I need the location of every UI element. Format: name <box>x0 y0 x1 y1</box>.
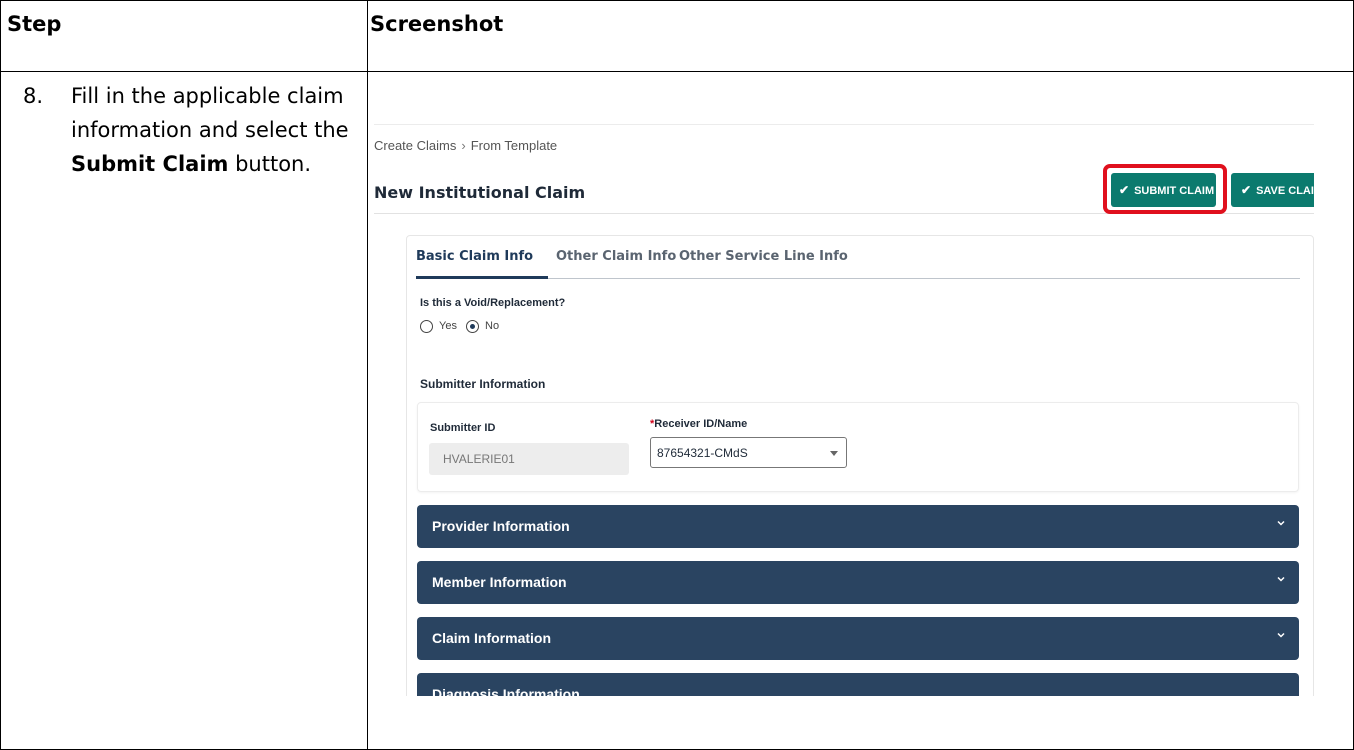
save-claim-label: SAVE CLAIM <box>1256 185 1314 197</box>
accordion-member-information[interactable]: Member Information <box>417 561 1299 604</box>
accordion-label: Member Information <box>432 574 567 590</box>
tab-bar-divider <box>416 278 1300 279</box>
screenshot-column-header: Screenshot <box>370 12 504 36</box>
tab-basic-claim-info[interactable]: Basic Claim Info <box>416 249 533 264</box>
receiver-id-label: *Receiver ID/Name <box>650 418 747 430</box>
radio-no-label: No <box>485 320 500 332</box>
breadcrumb-from-template: From Template <box>470 138 558 153</box>
step-instruction: Fill in the applicable claim information… <box>71 79 363 181</box>
page-title: New Institutional Claim <box>374 183 586 202</box>
accordion-label: Diagnosis Information <box>432 686 580 696</box>
step-number: 8. <box>23 84 44 108</box>
receiver-id-value: 87654321-CMdS <box>657 446 748 460</box>
breadcrumb-separator: › <box>461 138 466 153</box>
accordion-label: Claim Information <box>432 630 552 646</box>
document-table: Step Screenshot 8. Fill in the applicabl… <box>0 0 1354 750</box>
submitter-id-field: HVALERIE01 <box>429 443 629 475</box>
breadcrumb: Create Claims › From Template <box>374 138 557 153</box>
save-claim-button[interactable]: ✔ SAVE CLAIM <box>1231 173 1314 207</box>
instruction-bold-button-name: Submit Claim <box>71 152 229 176</box>
header-divider <box>1 71 1353 72</box>
top-divider <box>374 124 1314 125</box>
submitter-information-heading: Submitter Information <box>420 377 546 391</box>
submitter-id-value: HVALERIE01 <box>443 452 515 466</box>
tab-other-service-line-info[interactable]: Other Service Line Info <box>679 249 848 264</box>
dropdown-caret-icon <box>830 451 838 456</box>
submit-highlight-box <box>1103 164 1227 214</box>
tab-other-claim-info[interactable]: Other Claim Info <box>556 249 676 264</box>
check-icon: ✔ <box>1241 183 1252 197</box>
accordion-claim-information[interactable]: Claim Information <box>417 617 1299 660</box>
instruction-text: Fill in the applicable claim information… <box>71 84 349 142</box>
accordion-diagnosis-information[interactable]: Diagnosis Information <box>417 673 1299 696</box>
void-replacement-question: Is this a Void/Replacement? <box>420 297 566 309</box>
active-tab-indicator <box>416 276 548 279</box>
submitter-id-label: Submitter ID <box>430 422 496 434</box>
step-column-header: Step <box>7 12 62 36</box>
breadcrumb-create-claims[interactable]: Create Claims <box>374 138 456 153</box>
receiver-id-label-text: Receiver ID/Name <box>654 418 748 430</box>
receiver-id-select[interactable]: 87654321-CMdS <box>650 437 847 468</box>
radio-no[interactable] <box>466 320 479 333</box>
column-divider <box>367 1 368 749</box>
accordion-label: Provider Information <box>432 518 570 534</box>
chevron-down-icon <box>1277 632 1285 638</box>
chevron-down-icon <box>1277 520 1285 526</box>
instruction-text-end: button. <box>228 152 312 176</box>
chevron-down-icon <box>1277 576 1285 582</box>
radio-yes-label: Yes <box>439 320 457 332</box>
radio-yes[interactable] <box>420 320 433 333</box>
embedded-screenshot: Create Claims › From Template New Institut… <box>374 121 1314 696</box>
accordion-provider-information[interactable]: Provider Information <box>417 505 1299 548</box>
